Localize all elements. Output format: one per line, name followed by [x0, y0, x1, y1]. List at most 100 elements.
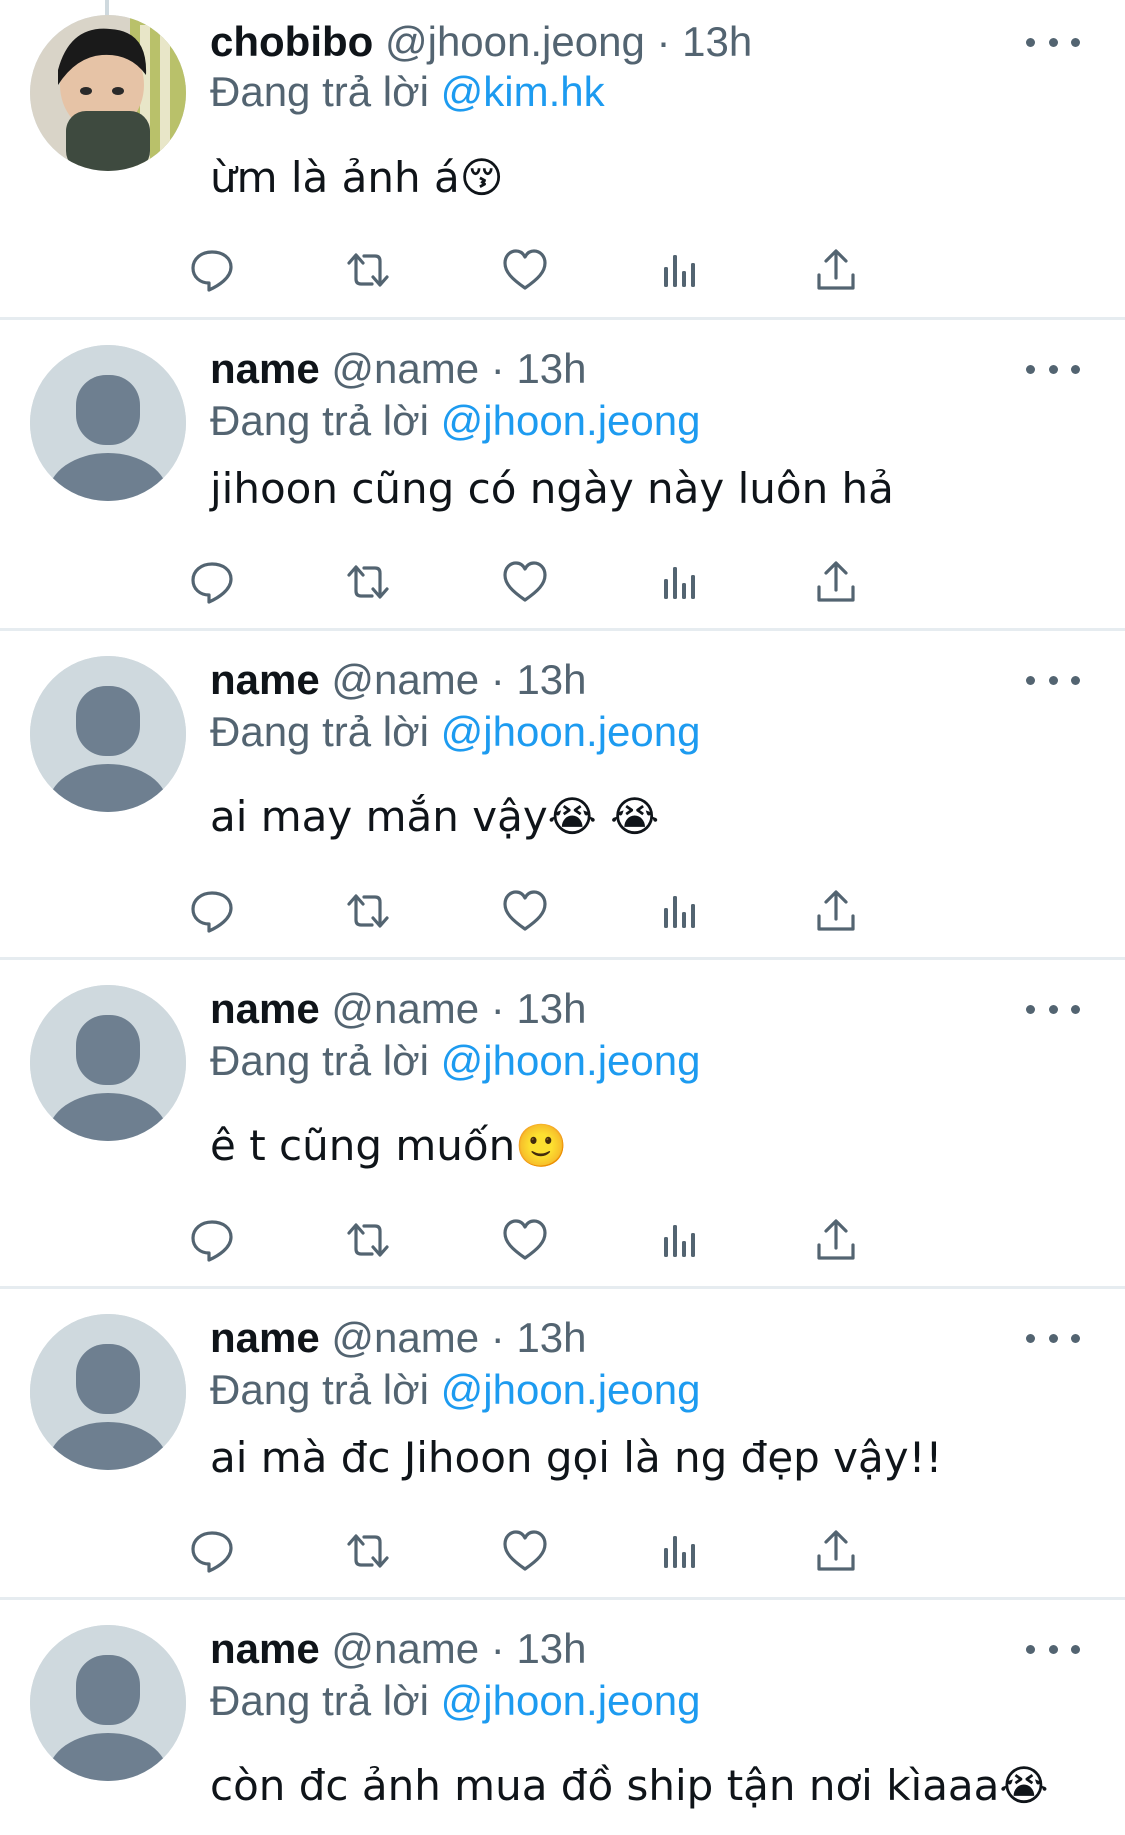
- separator-dot: ·: [490, 1314, 505, 1361]
- like-icon[interactable]: [495, 1210, 555, 1270]
- tweet[interactable]: name @name · 13h Đang trả lời @jhoon.jeo…: [0, 320, 1125, 631]
- replying-to-label: Đang trả lời: [210, 68, 441, 115]
- action-bar: [191, 1521, 1010, 1581]
- tweet-header: chobibo @jhoon.jeong · 13h: [210, 17, 752, 67]
- timestamp[interactable]: 13h: [516, 985, 586, 1032]
- reply-icon[interactable]: [182, 1210, 242, 1270]
- retweet-icon[interactable]: [338, 240, 398, 300]
- share-icon[interactable]: [806, 552, 866, 612]
- user-handle[interactable]: @name: [331, 985, 479, 1032]
- tweet[interactable]: name @name · 13h Đang trả lời @jhoon.jeo…: [0, 1289, 1125, 1600]
- replying-to-label: Đang trả lời: [210, 1037, 441, 1084]
- separator-dot: ·: [490, 1625, 505, 1672]
- more-options-icon[interactable]: [1026, 668, 1080, 692]
- share-icon[interactable]: [806, 881, 866, 941]
- user-handle[interactable]: @jhoon.jeong: [385, 18, 645, 65]
- user-handle[interactable]: @name: [331, 1314, 479, 1361]
- action-bar: [191, 552, 1010, 612]
- share-icon[interactable]: [806, 1210, 866, 1270]
- replying-to-link[interactable]: @jhoon.jeong: [441, 397, 701, 444]
- replying-to-label: Đang trả lời: [210, 397, 441, 444]
- tweet-header: name @name · 13h: [210, 344, 587, 394]
- action-bar: [191, 1210, 1010, 1270]
- action-bar: [191, 881, 1010, 941]
- separator-dot: ·: [490, 656, 505, 703]
- user-handle[interactable]: @name: [331, 1625, 479, 1672]
- views-icon[interactable]: [650, 552, 710, 612]
- display-name[interactable]: name: [210, 1625, 320, 1672]
- replying-to: Đang trả lời @jhoon.jeong: [210, 1676, 700, 1726]
- views-icon[interactable]: [650, 1210, 710, 1270]
- tweet-text: còn đc ảnh mua đồ ship tận nơi kìaaa😭: [210, 1761, 1049, 1810]
- replying-to-label: Đang trả lời: [210, 1677, 441, 1724]
- avatar[interactable]: [30, 1625, 186, 1781]
- replying-to-label: Đang trả lời: [210, 708, 441, 755]
- tweet-text: ai may mắn vậy😭 😭: [210, 792, 660, 841]
- avatar[interactable]: [30, 985, 186, 1141]
- tweet[interactable]: name @name · 13h Đang trả lời @jhoon.jeo…: [0, 960, 1125, 1289]
- timestamp[interactable]: 13h: [516, 1625, 586, 1672]
- tweet[interactable]: name @name · 13h Đang trả lời @jhoon.jeo…: [0, 1600, 1125, 1835]
- tweet[interactable]: chobibo @jhoon.jeong · 13h Đang trả lời …: [0, 0, 1125, 320]
- separator-dot: ·: [656, 18, 671, 65]
- display-name[interactable]: name: [210, 985, 320, 1032]
- reply-feed: chobibo @jhoon.jeong · 13h Đang trả lời …: [0, 0, 1125, 1835]
- views-icon[interactable]: [650, 240, 710, 300]
- timestamp[interactable]: 13h: [516, 656, 586, 703]
- tweet-text: ê t cũng muốn🙂: [210, 1121, 568, 1170]
- replying-to-link[interactable]: @jhoon.jeong: [441, 1366, 701, 1413]
- separator-dot: ·: [490, 985, 505, 1032]
- replying-to: Đang trả lời @jhoon.jeong: [210, 1365, 700, 1415]
- views-icon[interactable]: [650, 1521, 710, 1581]
- views-icon[interactable]: [650, 881, 710, 941]
- timestamp[interactable]: 13h: [516, 345, 586, 392]
- user-handle[interactable]: @name: [331, 656, 479, 703]
- tweet-header: name @name · 13h: [210, 984, 587, 1034]
- tweet-text: ai mà đc Jihoon gọi là ng đẹp vậy!!: [210, 1433, 943, 1482]
- user-handle[interactable]: @name: [331, 345, 479, 392]
- reply-icon[interactable]: [182, 240, 242, 300]
- separator-dot: ·: [490, 345, 505, 392]
- tweet-header: name @name · 13h: [210, 1624, 587, 1674]
- more-options-icon[interactable]: [1026, 997, 1080, 1021]
- avatar[interactable]: [30, 1314, 186, 1470]
- replying-to-link[interactable]: @jhoon.jeong: [441, 1677, 701, 1724]
- more-options-icon[interactable]: [1026, 1326, 1080, 1350]
- display-name[interactable]: name: [210, 345, 320, 392]
- display-name[interactable]: name: [210, 656, 320, 703]
- tweet[interactable]: name @name · 13h Đang trả lời @jhoon.jeo…: [0, 631, 1125, 960]
- retweet-icon[interactable]: [338, 552, 398, 612]
- replying-to-label: Đang trả lời: [210, 1366, 441, 1413]
- more-options-icon[interactable]: [1026, 357, 1080, 381]
- like-icon[interactable]: [495, 881, 555, 941]
- retweet-icon[interactable]: [338, 1210, 398, 1270]
- timestamp[interactable]: 13h: [682, 18, 752, 65]
- retweet-icon[interactable]: [338, 1521, 398, 1581]
- replying-to: Đang trả lời @jhoon.jeong: [210, 707, 700, 757]
- tweet-header: name @name · 13h: [210, 655, 587, 705]
- tweet-header: name @name · 13h: [210, 1313, 587, 1363]
- replying-to: Đang trả lời @jhoon.jeong: [210, 396, 700, 446]
- replying-to-link[interactable]: @kim.hk: [441, 68, 605, 115]
- more-options-icon[interactable]: [1026, 30, 1080, 54]
- share-icon[interactable]: [806, 240, 866, 300]
- replying-to-link[interactable]: @jhoon.jeong: [441, 1037, 701, 1084]
- avatar[interactable]: [30, 345, 186, 501]
- display-name[interactable]: name: [210, 1314, 320, 1361]
- reply-icon[interactable]: [182, 1521, 242, 1581]
- reply-icon[interactable]: [182, 552, 242, 612]
- timestamp[interactable]: 13h: [516, 1314, 586, 1361]
- replying-to-link[interactable]: @jhoon.jeong: [441, 708, 701, 755]
- avatar[interactable]: [30, 15, 186, 171]
- tweet-text: jihoon cũng có ngày này luôn hả: [210, 464, 894, 513]
- like-icon[interactable]: [495, 552, 555, 612]
- retweet-icon[interactable]: [338, 881, 398, 941]
- display-name[interactable]: chobibo: [210, 18, 373, 65]
- like-icon[interactable]: [495, 240, 555, 300]
- share-icon[interactable]: [806, 1521, 866, 1581]
- replying-to: Đang trả lời @jhoon.jeong: [210, 1036, 700, 1086]
- more-options-icon[interactable]: [1026, 1637, 1080, 1661]
- avatar[interactable]: [30, 656, 186, 812]
- reply-icon[interactable]: [182, 881, 242, 941]
- like-icon[interactable]: [495, 1521, 555, 1581]
